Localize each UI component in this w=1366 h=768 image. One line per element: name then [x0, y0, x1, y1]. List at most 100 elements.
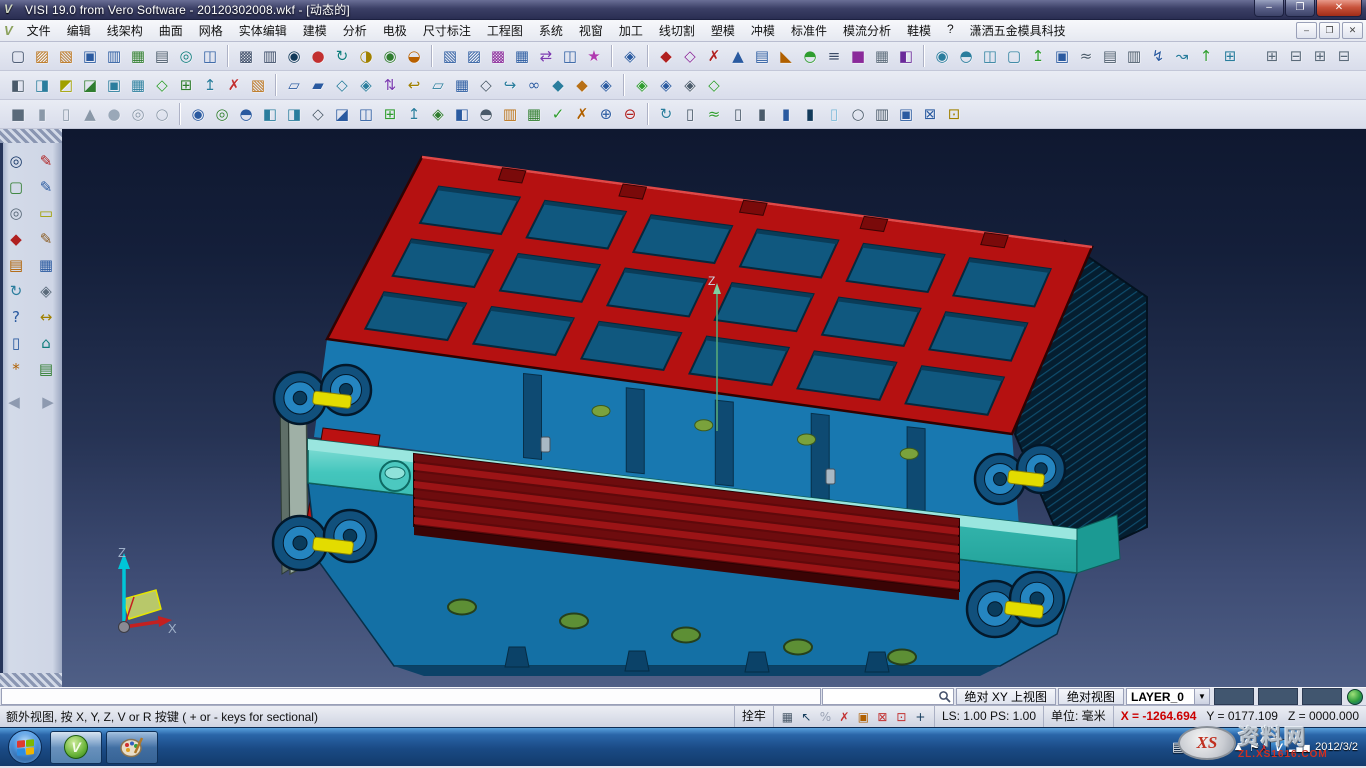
stretch-solid-icon[interactable]: ↥	[402, 101, 426, 127]
edge-select-icon[interactable]: ▦	[126, 72, 150, 98]
blend-surface-icon[interactable]: ◇	[330, 72, 354, 98]
draft-face-icon[interactable]: ◇	[306, 101, 330, 127]
menu-视窗[interactable]: 视窗	[571, 20, 611, 41]
open-part-icon[interactable]: ▧	[54, 43, 78, 69]
visibility-manager-icon[interactable]: ◉	[282, 43, 306, 69]
target-box-icon[interactable]: ⊡	[892, 710, 911, 724]
bend-surface-icon[interactable]: ↩	[402, 72, 426, 98]
ejector-layout-icon[interactable]: ⊡	[942, 101, 966, 127]
export-save-icon[interactable]: ▤	[32, 357, 60, 382]
refresh-view-icon[interactable]: ↻	[330, 43, 354, 69]
cylinder-plain-icon[interactable]: ▯	[678, 101, 702, 127]
sweep-arrow-icon[interactable]: ↝	[1170, 43, 1194, 69]
primitive-sphere-icon[interactable]: ●	[102, 101, 126, 127]
menu-网格[interactable]: 网格	[191, 20, 231, 41]
lock-label[interactable]: 拴牢	[734, 706, 773, 727]
menu-编辑[interactable]: 编辑	[59, 20, 99, 41]
raise-core-icon[interactable]: ↑	[1194, 43, 1218, 69]
swing-surface-icon[interactable]: ↪	[498, 72, 522, 98]
menu-加工[interactable]: 加工	[611, 20, 651, 41]
paste-entity-icon[interactable]: ▥	[1122, 43, 1146, 69]
flatten-surface-icon[interactable]: ▱	[426, 72, 450, 98]
3d-viewport[interactable]: Z Z X	[62, 129, 1366, 687]
curve-pencil-icon[interactable]: ✎	[32, 227, 60, 252]
lift-solid-icon[interactable]: ↥	[198, 72, 222, 98]
save-copy-icon[interactable]: ▦	[126, 43, 150, 69]
wireframe-layer-icon[interactable]: ▧	[438, 43, 462, 69]
menu-实体编辑[interactable]: 实体编辑	[231, 20, 295, 41]
hole-feature-icon[interactable]: ◉	[186, 101, 210, 127]
home-return-icon[interactable]: ⌂	[32, 331, 60, 356]
trim-solid-icon[interactable]: ✗	[570, 101, 594, 127]
stack-laminate-icon[interactable]: ≡	[822, 43, 846, 69]
drive-surface-icon[interactable]: ◆	[546, 72, 570, 98]
riser-block-icon[interactable]: ◓	[954, 43, 978, 69]
percent-snap-icon[interactable]: %	[816, 710, 835, 724]
settings-tools-icon[interactable]: *	[2, 357, 30, 382]
analysis-dome-icon[interactable]: ◓	[798, 43, 822, 69]
pour-material-icon[interactable]: ◉	[930, 43, 954, 69]
menu-?[interactable]: ?	[939, 20, 962, 41]
check-solid-icon[interactable]: ✓	[546, 101, 570, 127]
pipe-surface-icon[interactable]: ∞	[522, 72, 546, 98]
feature-select-icon[interactable]: ◇	[150, 72, 174, 98]
primitive-cylinder-icon[interactable]: ▮	[30, 101, 54, 127]
new-document-icon[interactable]: ▢	[6, 43, 30, 69]
absolute-view-button[interactable]: 绝对视图	[1058, 688, 1124, 705]
stamp-block-down-icon[interactable]: ⊟	[1284, 43, 1308, 69]
boss-feature-icon[interactable]: ◓	[234, 101, 258, 127]
chamfer-tool-icon[interactable]: ◣	[774, 43, 798, 69]
press-fit-icon[interactable]: ▲	[726, 43, 750, 69]
profile-rect-icon[interactable]: ▭	[32, 201, 60, 226]
stamp-block-down-icon[interactable]: ⊟	[1332, 43, 1356, 69]
measure-tool-icon[interactable]: ◆	[2, 227, 30, 252]
delete-face-icon[interactable]: ✗	[222, 72, 246, 98]
spring-tool-icon[interactable]: ≈	[1074, 43, 1098, 69]
network-icon[interactable]: ▂▄▆	[1289, 743, 1309, 752]
zoom-search-icon[interactable]: ◎	[2, 149, 30, 174]
iso-view-xyz-icon[interactable]: ◈	[654, 72, 678, 98]
offset-surface-icon[interactable]: ◇	[474, 72, 498, 98]
redline-pencil-icon[interactable]: ✎	[32, 149, 60, 174]
cylinder-tools-icon[interactable]: ⊠	[918, 101, 942, 127]
absolute-xy-top-view-button[interactable]: 绝对 XY 上视图	[956, 688, 1056, 705]
plane-face-icon[interactable]: ▱	[282, 72, 306, 98]
paste-face-icon[interactable]: ▥	[498, 101, 522, 127]
palette-top-grip[interactable]	[0, 129, 62, 143]
layer-select[interactable]: LAYER_0 ▼	[1126, 688, 1210, 705]
save-icon[interactable]: ▣	[78, 43, 102, 69]
subtract-solid-icon[interactable]: ⊖	[618, 101, 642, 127]
scale-solid-icon[interactable]: ⊞	[378, 101, 402, 127]
stamp-block-up-icon[interactable]: ⊞	[1308, 43, 1332, 69]
primitive-cone-icon[interactable]: ▲	[78, 101, 102, 127]
cylinder-spring-icon[interactable]: ▥	[870, 101, 894, 127]
menu-电极[interactable]: 电极	[375, 20, 415, 41]
show-add-icon[interactable]: ◉	[378, 43, 402, 69]
menu-建模[interactable]: 建模	[295, 20, 335, 41]
menu-冲模[interactable]: 冲模	[743, 20, 783, 41]
menu-塑模[interactable]: 塑模	[703, 20, 743, 41]
menu-模流分析[interactable]: 模流分析	[835, 20, 899, 41]
cylinder-refresh-icon[interactable]: ↻	[654, 101, 678, 127]
doc-close-button[interactable]: ✕	[1342, 22, 1363, 39]
bounding-box-icon[interactable]: ▣	[1050, 43, 1074, 69]
menu-文件[interactable]: 文件	[19, 20, 59, 41]
stack-colors-icon[interactable]: ▤	[2, 253, 30, 278]
delete-trash-icon[interactable]: ▯	[2, 331, 30, 356]
help-question-icon[interactable]: ?	[2, 305, 30, 330]
menu-线切割[interactable]: 线切割	[651, 20, 703, 41]
arch-solid-icon[interactable]: ◓	[474, 101, 498, 127]
search-input[interactable]	[823, 690, 938, 704]
rotate-view-up-icon[interactable]: ◈	[630, 72, 654, 98]
restore-button[interactable]: ❐	[1285, 0, 1315, 17]
cylinder-coil-icon[interactable]: ≈	[702, 101, 726, 127]
cylinder-blue-icon[interactable]: ▮	[774, 101, 798, 127]
taskbar-clock[interactable]: 2012/3/2	[1309, 741, 1364, 754]
layout-preview-icon[interactable]: ▥	[258, 43, 282, 69]
shade-cube-icon[interactable]: ◨	[30, 72, 54, 98]
traffic-light-filter-icon[interactable]: ●	[306, 43, 330, 69]
menu-分析[interactable]: 分析	[335, 20, 375, 41]
save-as-icon[interactable]: ▥	[102, 43, 126, 69]
close-button[interactable]: ✕	[1316, 0, 1362, 17]
layer-attributes-icon[interactable]: ★	[582, 43, 606, 69]
